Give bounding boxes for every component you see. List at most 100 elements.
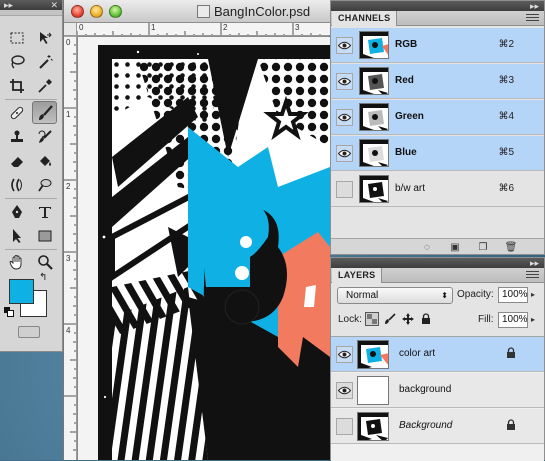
lock-image-pixels-button[interactable] (383, 312, 397, 326)
eyedropper-icon (37, 78, 52, 93)
history-brush-icon (38, 129, 52, 143)
panel-tab-bar: CHANNELS (331, 11, 544, 26)
swap-colors-icon[interactable]: ↰ (39, 272, 47, 283)
vertical-ruler[interactable]: 0 1 2 3 4 (64, 36, 77, 460)
document-canvas[interactable] (78, 37, 330, 460)
fill-slider-arrow[interactable]: ▸ (531, 312, 540, 328)
close-icon[interactable]: ✕ (50, 0, 58, 10)
save-selection-icon[interactable]: ▣ (449, 241, 461, 253)
tools-panel: ▸▸ ✕ ↰ (0, 0, 63, 352)
collapse-arrows-icon[interactable]: ▸▸ (530, 258, 539, 268)
opacity-field[interactable]: 100% (498, 287, 528, 303)
load-selection-icon[interactable]: ◌ (421, 241, 433, 253)
visibility-toggle[interactable] (336, 382, 353, 399)
eye-icon (338, 350, 351, 359)
visibility-toggle[interactable] (336, 418, 353, 435)
lock-transparent-pixels-button[interactable] (365, 312, 379, 326)
layer-row[interactable]: color art (331, 337, 544, 372)
lock-label: Lock: (338, 314, 362, 325)
eraser-tool[interactable] (4, 149, 29, 172)
new-channel-icon[interactable]: ❐ (477, 241, 489, 253)
blend-mode-value: Normal (346, 290, 379, 301)
panel-menu-icon[interactable] (526, 271, 539, 279)
horizontal-ruler[interactable]: 0 1 2 3 (77, 23, 330, 36)
lock-all-button[interactable] (419, 312, 433, 326)
visibility-toggle[interactable] (336, 346, 353, 363)
panel-header[interactable]: ▸▸ (331, 258, 544, 268)
layer-name: color art (399, 348, 436, 359)
visibility-toggle[interactable] (336, 109, 353, 126)
blur-icon (10, 178, 22, 191)
channel-shortcut: ⌘6 (498, 183, 514, 194)
channel-row[interactable]: b/w art ⌘6 (331, 172, 544, 207)
visibility-toggle[interactable] (336, 73, 353, 90)
marquee-tool[interactable] (4, 26, 29, 49)
brush-tool[interactable] (32, 101, 57, 124)
channel-name: RGB (395, 39, 418, 50)
rectangle-tool[interactable] (32, 224, 57, 247)
eyedropper-tool[interactable] (32, 74, 57, 97)
ruler-origin[interactable] (64, 23, 77, 36)
fill-field[interactable]: 100% (498, 312, 528, 328)
channel-row[interactable]: Red ⌘3 (331, 64, 544, 99)
zoom-window-button[interactable] (109, 5, 122, 18)
magic-wand-tool[interactable] (32, 50, 57, 73)
layer-row[interactable]: background (331, 373, 544, 408)
close-window-button[interactable] (71, 5, 84, 18)
ruler-label: 3 (66, 254, 71, 263)
visibility-toggle[interactable] (336, 181, 353, 198)
channel-row[interactable]: RGB ⌘2 (331, 28, 544, 63)
foreground-color-swatch[interactable] (9, 279, 34, 304)
channel-thumbnail (359, 31, 389, 59)
zoom-tool[interactable] (32, 250, 57, 273)
hand-icon (8, 254, 21, 269)
tab-layers[interactable]: LAYERS (332, 268, 383, 283)
eye-icon (338, 41, 351, 50)
layer-thumbnail (357, 412, 389, 441)
layer-name: Background (399, 420, 453, 431)
dodge-tool[interactable] (32, 173, 57, 196)
visibility-toggle[interactable] (336, 145, 353, 162)
bang-artwork (78, 37, 330, 460)
ruler-ticks (64, 36, 76, 451)
tab-channels[interactable]: CHANNELS (332, 11, 398, 26)
collapse-arrows-icon[interactable]: ▸▸ (4, 0, 13, 10)
eye-icon (338, 77, 351, 86)
opacity-slider-arrow[interactable]: ▸ (531, 287, 540, 303)
pen-tool[interactable] (4, 200, 29, 223)
type-tool[interactable] (32, 200, 57, 223)
path-selection-tool[interactable] (4, 224, 29, 247)
channel-thumbnail (359, 103, 389, 131)
layer-controls: Normal ⬍ Opacity: 100% ▸ Lock: Fill: 100… (331, 284, 544, 334)
blend-mode-select[interactable]: Normal ⬍ (337, 287, 453, 304)
paint-bucket-tool[interactable] (32, 149, 57, 172)
ruler-label: 0 (66, 38, 71, 47)
clone-stamp-tool[interactable] (4, 125, 29, 148)
move-tool[interactable] (32, 26, 57, 49)
blur-tool[interactable] (4, 173, 29, 196)
hand-tool[interactable] (4, 250, 29, 273)
channel-row[interactable]: Green ⌘4 (331, 100, 544, 135)
crop-tool[interactable] (4, 74, 29, 97)
history-brush-tool[interactable] (32, 125, 57, 148)
document-title-bar[interactable]: BangInColor.psd (64, 0, 330, 23)
lasso-tool[interactable] (4, 50, 29, 73)
channels-footer: ◌ ▣ ❐ 🗑 (331, 238, 544, 254)
healing-brush-tool[interactable] (4, 101, 29, 124)
tools-panel-grip[interactable] (0, 10, 62, 16)
trash-icon[interactable]: 🗑 (505, 241, 518, 253)
panel-header[interactable]: ▸▸ (331, 1, 544, 11)
tools-panel-header[interactable]: ▸▸ ✕ (0, 0, 62, 10)
bandage-icon (10, 106, 23, 119)
quick-mask-button[interactable] (18, 326, 40, 338)
visibility-toggle[interactable] (336, 37, 353, 54)
ruler-label: 1 (66, 110, 71, 119)
minimize-window-button[interactable] (90, 5, 103, 18)
lasso-icon (10, 54, 25, 68)
channel-row[interactable]: Blue ⌘5 (331, 136, 544, 171)
default-colors-icon[interactable] (4, 307, 14, 317)
lock-position-button[interactable] (401, 312, 415, 326)
layer-row[interactable]: Background (331, 409, 544, 444)
collapse-arrows-icon[interactable]: ▸▸ (530, 1, 539, 11)
panel-menu-icon[interactable] (526, 14, 539, 22)
